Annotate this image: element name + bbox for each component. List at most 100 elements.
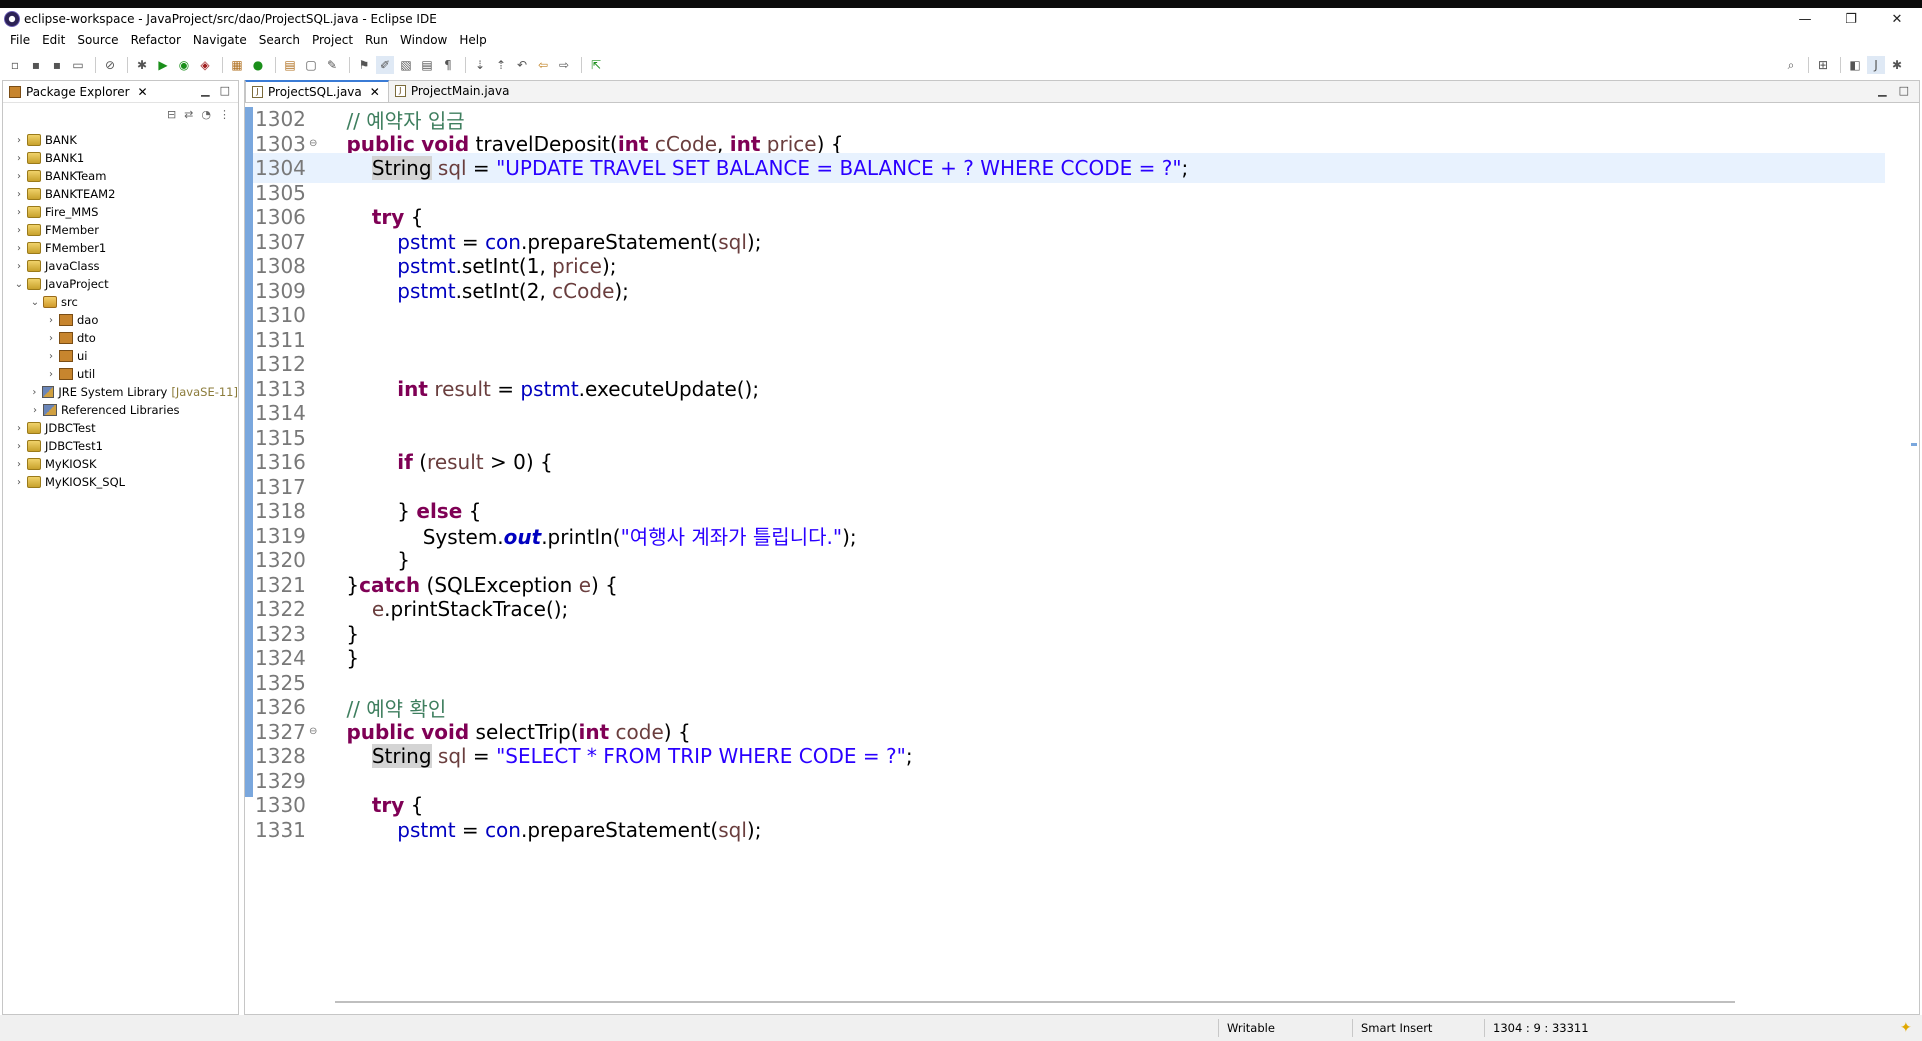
java-perspective-icon[interactable]: J [1867,56,1885,74]
chevron-right-icon[interactable]: › [13,225,25,236]
tree-item[interactable]: › BANKTEAM2 [3,185,238,203]
menu-refactor[interactable]: Refactor [125,33,187,47]
debug-perspective-icon[interactable]: ✱ [1888,56,1906,74]
chevron-right-icon[interactable]: › [13,207,25,218]
tree-item[interactable]: › BANKTeam [3,167,238,185]
menu-search[interactable]: Search [253,33,306,47]
collapse-all-icon[interactable]: ⊟ [167,108,176,121]
new-package-icon[interactable]: ▦ [228,56,246,74]
chevron-right-icon[interactable]: › [13,477,25,488]
view-menu-icon[interactable]: ⋮ [219,108,230,121]
tree-item[interactable]: › Referenced Libraries [3,401,238,419]
tree-item[interactable]: › FMember [3,221,238,239]
lightbulb-icon[interactable]: ✦ [1900,1020,1912,1036]
chevron-right-icon[interactable]: › [13,171,25,182]
tab-projectsql[interactable]: J ProjectSQL.java ✕ [245,80,389,102]
tree-item[interactable]: › FMember1 [3,239,238,257]
tree-item[interactable]: › JavaClass [3,257,238,275]
minimize-editor-icon[interactable]: ▁ [1878,84,1886,97]
chevron-right-icon[interactable]: › [13,459,25,470]
menu-run[interactable]: Run [359,33,394,47]
menu-help[interactable]: Help [453,33,492,47]
new-icon[interactable]: ▫ [6,56,24,74]
code-line[interactable]: 1331 pstmt = con.prepareStatement(sql); [253,815,1885,845]
tree-item[interactable]: ⌄ src [3,293,238,311]
focus-active-task-icon[interactable]: ◔ [201,108,211,121]
chevron-right-icon[interactable]: › [29,405,41,416]
tree-item[interactable]: › ui [3,347,238,365]
tree-item[interactable]: › MyKIOSK_SQL [3,473,238,491]
tree-item[interactable]: › util [3,365,238,383]
java-ee-perspective-icon[interactable]: ◧ [1846,56,1864,74]
close-tab-icon[interactable]: ✕ [370,85,380,99]
restore-button[interactable]: ❐ [1828,8,1874,30]
menu-project[interactable]: Project [306,33,359,47]
menu-edit[interactable]: Edit [36,33,71,47]
tree-item[interactable]: ⌄ JavaProject [3,275,238,293]
menu-navigate[interactable]: Navigate [187,33,253,47]
minimize-view-icon[interactable]: ▁ [201,84,209,97]
chevron-right-icon[interactable]: › [13,423,25,434]
open-perspective-icon[interactable]: ⊞ [1814,56,1832,74]
fold-toggle-icon[interactable]: ⊖ [309,138,321,149]
open-type-icon[interactable]: ▤ [281,56,299,74]
block-selection-icon[interactable]: ▧ [397,56,415,74]
quick-access-search-icon[interactable]: ⌕ [1782,56,1800,74]
chevron-right-icon[interactable]: › [45,315,57,326]
tree-item[interactable]: › BANK1 [3,149,238,167]
chevron-right-icon[interactable]: › [13,135,25,146]
open-task-icon[interactable]: ▢ [302,56,320,74]
chevron-right-icon[interactable]: › [13,189,25,200]
run-icon[interactable]: ▶ [154,56,172,74]
overview-ruler-mark[interactable] [1911,443,1917,446]
terminal-icon[interactable]: ▭ [69,56,87,74]
code-area[interactable]: 1302 // 예약자 입금 1303 ⊖ public void travelDe… [245,107,1885,987]
forward-icon[interactable]: ⇨ [555,56,573,74]
tree-item[interactable]: › dto [3,329,238,347]
chevron-right-icon[interactable]: › [29,387,40,398]
back-icon[interactable]: ⇦ [534,56,552,74]
save-icon[interactable]: ▪ [27,56,45,74]
maximize-editor-icon[interactable]: □ [1899,84,1909,97]
chevron-right-icon[interactable]: › [13,261,25,272]
show-whitespace-icon[interactable]: ¶ [439,56,457,74]
next-annotation-icon[interactable]: ⇣ [471,56,489,74]
chevron-down-icon[interactable]: ⌄ [13,279,25,290]
chevron-right-icon[interactable]: › [45,369,57,380]
tree-item[interactable]: › Fire_MMS [3,203,238,221]
tab-projectmain[interactable]: J ProjectMain.java [389,80,518,102]
close-icon[interactable]: ✕ [138,85,148,99]
maximize-view-icon[interactable]: □ [220,84,230,97]
coverage-icon[interactable]: ◉ [175,56,193,74]
fold-toggle-icon[interactable]: ⊖ [309,726,321,737]
tree-item[interactable]: › JRE System Library [JavaSE-11] [3,383,238,401]
minimize-button[interactable]: — [1782,8,1828,30]
tree-item[interactable]: › BANK [3,131,238,149]
new-class-icon[interactable]: ● [249,56,267,74]
chevron-right-icon[interactable]: › [13,243,25,254]
tree-item[interactable]: › dao [3,311,238,329]
tree-item[interactable]: › JDBCTest [3,419,238,437]
debug-icon[interactable]: ✱ [133,56,151,74]
close-button[interactable]: ✕ [1874,8,1920,30]
search-icon[interactable]: ✎ [323,56,341,74]
skip-breakpoints-icon[interactable]: ⊘ [101,56,119,74]
chevron-right-icon[interactable]: › [45,333,57,344]
word-wrap-icon[interactable]: ▤ [418,56,436,74]
pin-editor-icon[interactable]: ⇱ [587,56,605,74]
menu-window[interactable]: Window [394,33,453,47]
external-tools-icon[interactable]: ◈ [196,56,214,74]
chevron-right-icon[interactable]: › [13,153,25,164]
tree-item[interactable]: › MyKIOSK [3,455,238,473]
chevron-down-icon[interactable]: ⌄ [29,297,41,308]
link-with-editor-icon[interactable]: ⇄ [184,108,193,121]
menu-source[interactable]: Source [71,33,124,47]
horizontal-scrollbar[interactable] [335,1001,1735,1003]
last-edit-icon[interactable]: ↶ [513,56,531,74]
menu-file[interactable]: File [4,33,36,47]
previous-annotation-icon[interactable]: ⇡ [492,56,510,74]
chevron-right-icon[interactable]: › [13,441,25,452]
chevron-right-icon[interactable]: › [45,351,57,362]
toggle-breadcrumb-icon[interactable]: ⚑ [355,56,373,74]
save-all-icon[interactable]: ▪ [48,56,66,74]
